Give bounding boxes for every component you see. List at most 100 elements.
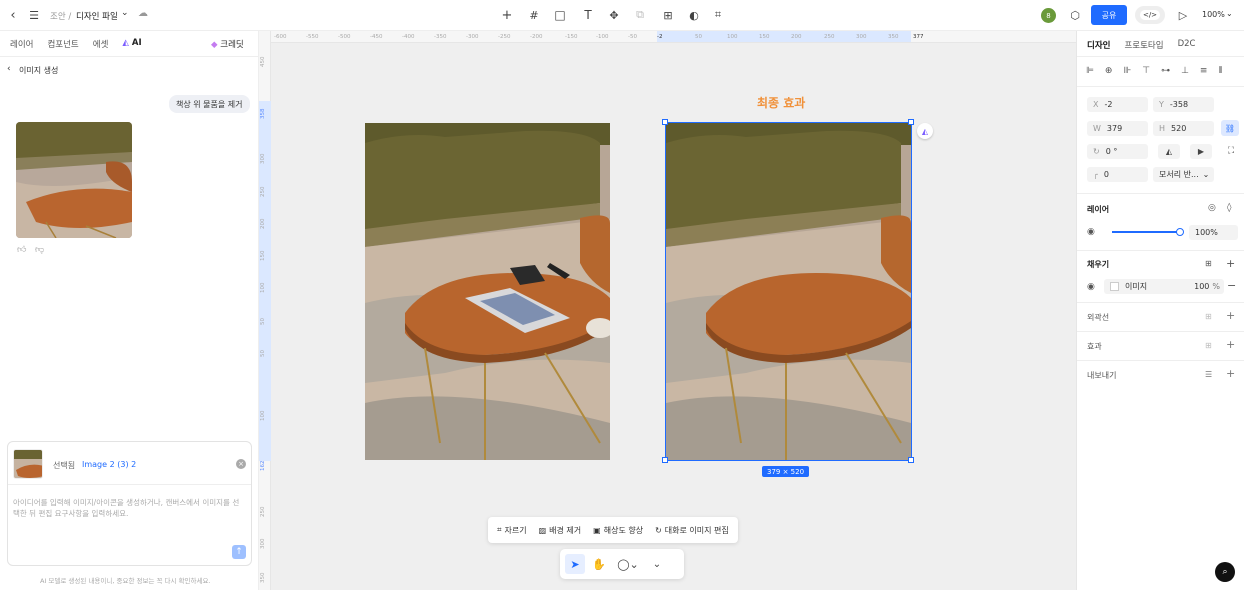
menu-icon[interactable]: ☰	[27, 8, 41, 22]
remove-background-button[interactable]: ▨ 배경 제거	[533, 519, 588, 541]
resize-handle[interactable]	[662, 457, 668, 463]
text-icon[interactable]: T	[577, 6, 599, 24]
blend-mode-icon[interactable]: ◎	[1208, 203, 1216, 213]
back-icon[interactable]: ‹	[7, 64, 11, 74]
frame-icon[interactable]: #	[525, 6, 543, 24]
add-stroke-icon[interactable]: +	[1226, 309, 1235, 322]
align-top-icon[interactable]: ⊤	[1142, 66, 1150, 76]
width-field[interactable]: W 379	[1087, 121, 1148, 136]
tab-design[interactable]: 디자인	[1087, 39, 1110, 51]
distribute-v-icon[interactable]: ⦀	[1218, 66, 1222, 76]
play-icon[interactable]: ▷	[1176, 8, 1190, 22]
ruler-tick: 300	[856, 34, 867, 40]
canvas[interactable]: 최종 효과 ◭ 379 × 520 ⌗ 자르기 ▨ 배경 제거 ▣ 해상도 향상 ↻ 대…	[271, 43, 1076, 590]
back-icon[interactable]: ‹	[6, 8, 20, 23]
component-icon[interactable]: ⊞	[657, 6, 679, 24]
resize-handle[interactable]	[662, 119, 668, 125]
align-right-icon[interactable]: ⊪	[1123, 66, 1131, 76]
flip-vertical-icon[interactable]: ▶	[1190, 144, 1212, 159]
align-center-h-icon[interactable]: ⊕	[1105, 66, 1113, 76]
dev-mode-toggle[interactable]: </>	[1135, 6, 1165, 24]
add-icon[interactable]: +	[495, 6, 519, 24]
zoom-chevron-icon[interactable]: ⌄	[1226, 9, 1233, 18]
avatar[interactable]: 8	[1041, 8, 1056, 23]
distribute-h-icon[interactable]: ≡	[1200, 66, 1208, 76]
prompt-input[interactable]: 아이디어를 입력해 이미지/아이콘을 생성하거나, 캔버스에서 이미지를 선택한…	[13, 497, 245, 519]
thumbs-down-icon[interactable]: 👎︎	[35, 245, 44, 255]
corner-radius-field[interactable]: ╭ 0	[1087, 167, 1148, 182]
boolean-icon[interactable]: ⧉	[629, 6, 651, 24]
eye-icon[interactable]: ◉	[1087, 282, 1095, 292]
y-field[interactable]: Y -358	[1153, 97, 1214, 112]
style-grid-icon[interactable]: ⊞	[1205, 259, 1212, 268]
add-fill-icon[interactable]: +	[1226, 257, 1235, 270]
circle-half-icon[interactable]: ◐	[685, 6, 703, 24]
align-left-icon[interactable]: ⊫	[1086, 66, 1094, 76]
zoom-level[interactable]: 100%	[1202, 10, 1225, 19]
crop-button[interactable]: ⌗ 자르기	[491, 519, 533, 541]
divider	[0, 56, 259, 57]
resize-handle[interactable]	[908, 457, 914, 463]
comment-tool-icon[interactable]: ◯⌄	[613, 554, 643, 574]
height-field[interactable]: H 520	[1153, 121, 1214, 136]
selected-layer-link[interactable]: Image 2 (3) 2	[82, 460, 136, 469]
ruler-tick: 150	[759, 34, 770, 40]
thumbs-up-icon[interactable]: 👍︎	[17, 245, 26, 255]
plugin-icon[interactable]: ⬡	[1068, 8, 1082, 22]
style-grid-icon[interactable]: ⊞	[1205, 312, 1212, 321]
expand-more-icon[interactable]: ⌄	[647, 554, 667, 574]
tab-layers[interactable]: 레이어	[10, 38, 33, 50]
style-grid-icon[interactable]: ⊞	[1205, 341, 1212, 350]
tab-assets[interactable]: 에셋	[93, 38, 109, 50]
opacity-field[interactable]: 100%	[1189, 225, 1238, 240]
lock-ratio-icon[interactable]: ⛓	[1221, 120, 1239, 136]
drop-icon[interactable]: ◊	[1227, 203, 1231, 213]
rotation-field[interactable]: ↻ 0 °	[1087, 144, 1148, 159]
chat-edit-button[interactable]: ↻ 대화로 이미지 편집	[649, 519, 735, 541]
move-icon[interactable]: ✥	[605, 6, 623, 24]
send-button[interactable]: ↑	[232, 545, 246, 559]
ruler-tick: 450	[260, 56, 266, 68]
add-export-icon[interactable]: +	[1226, 367, 1235, 380]
fill-swatch[interactable]	[1110, 282, 1119, 291]
share-button[interactable]: 공유	[1091, 5, 1127, 25]
settings-sliders-icon[interactable]: ☰	[1205, 370, 1212, 379]
search-icon[interactable]: ⌕	[1215, 562, 1235, 582]
credit-button[interactable]: ◆ 크레딧	[211, 38, 244, 50]
crop-icon[interactable]: ⌗	[709, 6, 727, 24]
thumbnail-art	[16, 122, 132, 238]
fullscreen-icon[interactable]: ⛶	[1225, 145, 1237, 157]
rectangle-icon[interactable]: □	[549, 6, 571, 24]
clear-selection-icon[interactable]: ×	[236, 459, 246, 469]
breadcrumb-parent[interactable]: 조안 /	[50, 10, 71, 22]
tab-prototype[interactable]: 프로토타입	[1124, 39, 1163, 51]
chevron-down-icon[interactable]: ⌄	[121, 8, 129, 18]
eye-icon[interactable]: ◉	[1087, 227, 1095, 237]
upscale-button[interactable]: ▣ 해상도 향상	[587, 519, 649, 541]
remove-fill-icon[interactable]: −	[1227, 279, 1236, 292]
generated-image-thumbnail[interactable]	[16, 122, 132, 238]
tab-ai[interactable]: ◭ AI	[122, 38, 141, 50]
tab-d2c[interactable]: D2C	[1178, 39, 1196, 51]
chevron-down-icon: ⌄	[1202, 170, 1210, 179]
ai-edit-icon[interactable]: ◭	[917, 123, 933, 139]
ruler-tick: -450	[370, 34, 383, 40]
ruler-tick: -250	[498, 34, 511, 40]
fill-row[interactable]: 이미지 100 %	[1104, 279, 1224, 294]
align-bottom-icon[interactable]: ⊥	[1181, 66, 1189, 76]
opacity-slider-thumb[interactable]	[1176, 228, 1184, 236]
result-image[interactable]	[666, 123, 911, 460]
tab-components[interactable]: 컴포넌트	[47, 38, 78, 50]
corner-mode-select[interactable]: 모서리 반... ⌄	[1153, 167, 1214, 182]
x-field[interactable]: X -2	[1087, 97, 1148, 112]
flip-horizontal-icon[interactable]: ◭	[1158, 144, 1180, 159]
original-image-art	[365, 123, 610, 460]
add-effect-icon[interactable]: +	[1226, 338, 1235, 351]
file-name[interactable]: 디자인 파일	[76, 10, 118, 22]
align-center-v-icon[interactable]: ⊶	[1161, 66, 1170, 76]
hand-tool-icon[interactable]: ✋	[589, 554, 609, 574]
original-image[interactable]	[365, 123, 610, 460]
ruler-tick: -150	[565, 34, 578, 40]
select-tool-icon[interactable]: ➤	[565, 554, 585, 574]
resize-handle[interactable]	[908, 119, 914, 125]
